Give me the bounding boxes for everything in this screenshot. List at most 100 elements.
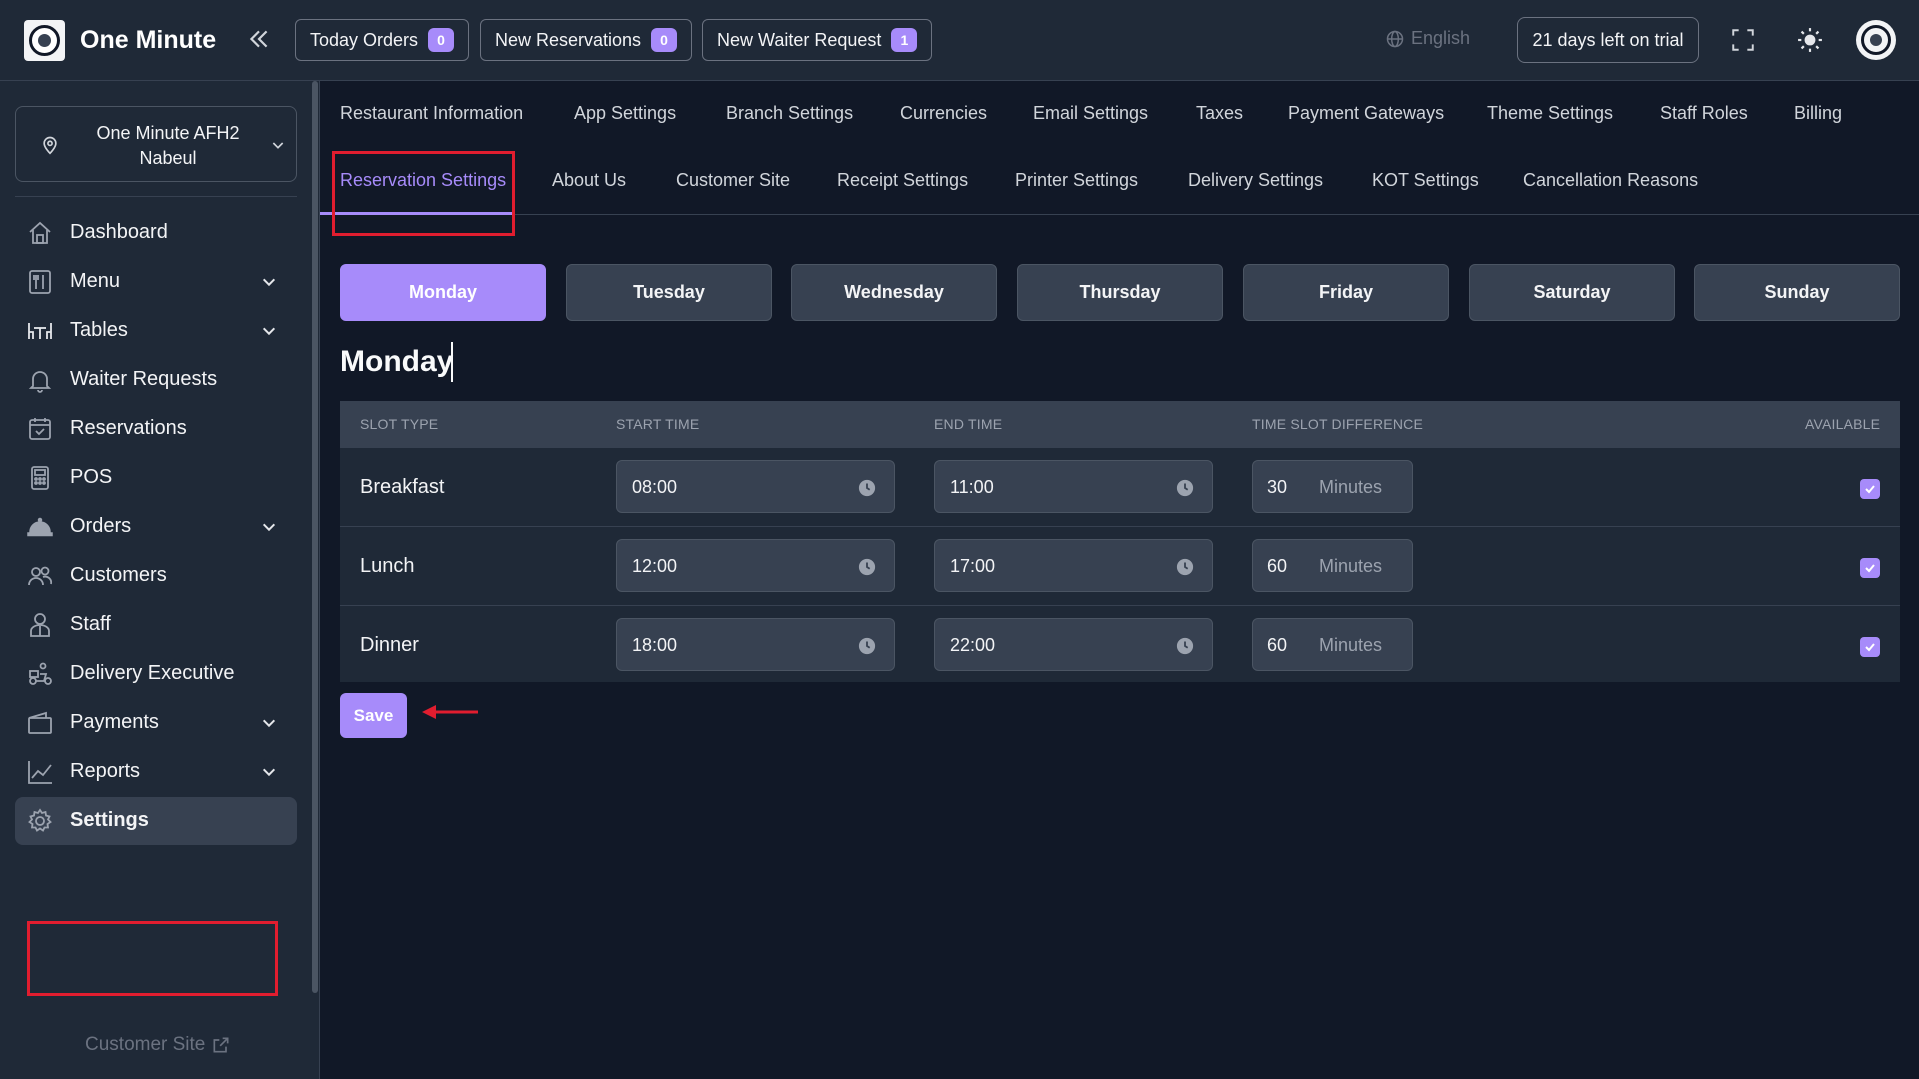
- time-slot-difference-unit: Minutes: [1319, 635, 1383, 655]
- save-button[interactable]: Save: [340, 693, 407, 738]
- branch-name: One Minute AFH2 Nabeul: [96, 123, 240, 168]
- start-time-value: 08:00: [632, 477, 678, 497]
- sidebar-item-waiter-requests[interactable]: Waiter Requests: [15, 356, 297, 404]
- clock-icon: [1176, 558, 1194, 576]
- tab-kot-settings[interactable]: KOT Settings: [1372, 170, 1479, 191]
- brand-logo[interactable]: [24, 20, 65, 61]
- sidebar-item-pos[interactable]: POS: [15, 454, 297, 502]
- new-waiter-request-button[interactable]: New Waiter Request 1: [702, 19, 933, 61]
- slot-type-name: Breakfast: [360, 476, 445, 498]
- tab-receipt-settings[interactable]: Receipt Settings: [837, 170, 968, 191]
- today-orders-count: 0: [428, 28, 455, 52]
- sun-icon[interactable]: [1797, 27, 1823, 53]
- fullscreen-icon[interactable]: [1730, 27, 1756, 53]
- today-orders-button[interactable]: Today Orders 0: [295, 19, 470, 61]
- new-reservations-count: 0: [651, 28, 678, 52]
- avatar[interactable]: [1856, 20, 1896, 60]
- sidebar-item-label: Dashboard: [70, 221, 168, 243]
- available-checkbox[interactable]: [1860, 479, 1880, 499]
- sidebar-item-payments[interactable]: Payments: [15, 699, 297, 747]
- time-slot-difference-input[interactable]: 30 Minutes: [1252, 460, 1413, 513]
- tab-printer-settings[interactable]: Printer Settings: [1015, 170, 1138, 191]
- sidebar-item-staff[interactable]: Staff: [15, 601, 297, 649]
- tab-cancellation-reasons[interactable]: Cancellation Reasons: [1523, 170, 1698, 191]
- tab-app-settings[interactable]: App Settings: [574, 103, 676, 124]
- time-slot-difference-input[interactable]: 60 Minutes: [1252, 539, 1413, 592]
- customer-site-label: Customer Site: [85, 1034, 206, 1055]
- tab-about-us[interactable]: About Us: [552, 170, 626, 191]
- end-time-input[interactable]: 17:00: [934, 539, 1213, 592]
- sidebar-item-delivery-executive[interactable]: Delivery Executive: [15, 650, 297, 698]
- location-pin-icon: [43, 136, 57, 155]
- sidebar-item-label: Settings: [70, 809, 149, 831]
- column-header-available: AVAILABLE: [1805, 416, 1881, 432]
- chevron-down-icon: [262, 768, 276, 777]
- table-icon: [28, 323, 52, 339]
- clock-icon: [858, 637, 876, 655]
- sidebar-item-tables[interactable]: Tables: [15, 307, 297, 355]
- time-slot-difference-unit: Minutes: [1319, 477, 1383, 497]
- tab-staff-roles[interactable]: Staff Roles: [1660, 103, 1748, 124]
- clock-icon: [1176, 637, 1194, 655]
- day-tab-thursday[interactable]: Thursday: [1017, 264, 1223, 321]
- checkmark-icon: [1865, 485, 1875, 494]
- sidebar-item-label: Waiter Requests: [70, 368, 218, 390]
- tab-customer-site[interactable]: Customer Site: [676, 170, 790, 191]
- app-name[interactable]: One Minute: [80, 26, 216, 55]
- sidebar-item-label: Reports: [70, 760, 141, 782]
- tab-payment-gateways[interactable]: Payment Gateways: [1288, 103, 1444, 124]
- column-header-time-slot-difference: TIME SLOT DIFFERENCE: [1252, 416, 1423, 432]
- sidebar-item-reservations[interactable]: Reservations: [15, 405, 297, 453]
- collapse-sidebar-icon[interactable]: [246, 26, 272, 52]
- branch-selector[interactable]: One Minute AFH2 Nabeul: [15, 106, 297, 182]
- customer-site-link[interactable]: Customer Site: [85, 1034, 231, 1056]
- day-tab-saturday[interactable]: Saturday: [1469, 264, 1675, 321]
- sidebar-item-label: Customers: [70, 564, 167, 586]
- language-label: English: [1411, 28, 1471, 48]
- time-slot-difference-value: 30: [1267, 477, 1288, 497]
- start-time-input[interactable]: 08:00: [616, 460, 895, 513]
- slot-type-name: Dinner: [360, 634, 419, 656]
- start-time-input[interactable]: 12:00: [616, 539, 895, 592]
- tab-reservation-settings[interactable]: Reservation Settings: [340, 170, 506, 191]
- sidebar-item-orders[interactable]: Orders: [15, 503, 297, 551]
- cloche-icon: [27, 517, 53, 537]
- tab-billing[interactable]: Billing: [1794, 103, 1842, 124]
- top-bar: One Minute Today Orders 0 New Reservatio…: [0, 0, 1919, 81]
- end-time-input[interactable]: 22:00: [934, 618, 1213, 671]
- sidebar-item-customers[interactable]: Customers: [15, 552, 297, 600]
- day-tab-tuesday[interactable]: Tuesday: [566, 264, 772, 321]
- end-time-input[interactable]: 11:00: [934, 460, 1213, 513]
- start-time-input[interactable]: 18:00: [616, 618, 895, 671]
- clock-icon: [858, 479, 876, 497]
- new-reservations-button[interactable]: New Reservations 0: [480, 19, 693, 61]
- tab-theme-settings[interactable]: Theme Settings: [1487, 103, 1613, 124]
- end-time-value: 17:00: [950, 556, 996, 576]
- table-row: Lunch 12:00 17:00 60 Minutes: [340, 526, 1900, 604]
- tab-currencies[interactable]: Currencies: [900, 103, 987, 124]
- tab-restaurant-information[interactable]: Restaurant Information: [340, 103, 523, 124]
- delivery-scooter-icon: [29, 662, 52, 685]
- sidebar-divider: [15, 196, 297, 197]
- tab-taxes[interactable]: Taxes: [1196, 103, 1243, 124]
- available-checkbox[interactable]: [1860, 637, 1880, 657]
- sidebar-item-dashboard[interactable]: Dashboard: [15, 209, 297, 257]
- sidebar-item-menu[interactable]: Menu: [15, 258, 297, 306]
- language-selector[interactable]: English: [1385, 28, 1470, 49]
- trial-button[interactable]: 21 days left on trial: [1517, 17, 1699, 63]
- tab-email-settings[interactable]: Email Settings: [1033, 103, 1148, 124]
- chevron-down-icon: [262, 719, 276, 728]
- time-slot-difference-input[interactable]: 60 Minutes: [1252, 618, 1413, 671]
- day-tab-sunday[interactable]: Sunday: [1694, 264, 1900, 321]
- available-checkbox[interactable]: [1860, 558, 1880, 578]
- sidebar-scrollbar[interactable]: [312, 81, 318, 993]
- tab-branch-settings[interactable]: Branch Settings: [726, 103, 853, 124]
- day-tab-wednesday[interactable]: Wednesday: [791, 264, 997, 321]
- day-tab-friday[interactable]: Friday: [1243, 264, 1449, 321]
- day-tab-monday[interactable]: Monday: [340, 264, 546, 321]
- column-header-slot-type: SLOT TYPE: [360, 416, 439, 432]
- tab-delivery-settings[interactable]: Delivery Settings: [1188, 170, 1323, 191]
- sidebar-item-settings[interactable]: Settings: [15, 797, 297, 845]
- sidebar-item-reports[interactable]: Reports: [15, 748, 297, 796]
- sidebar-item-label: Orders: [70, 515, 132, 537]
